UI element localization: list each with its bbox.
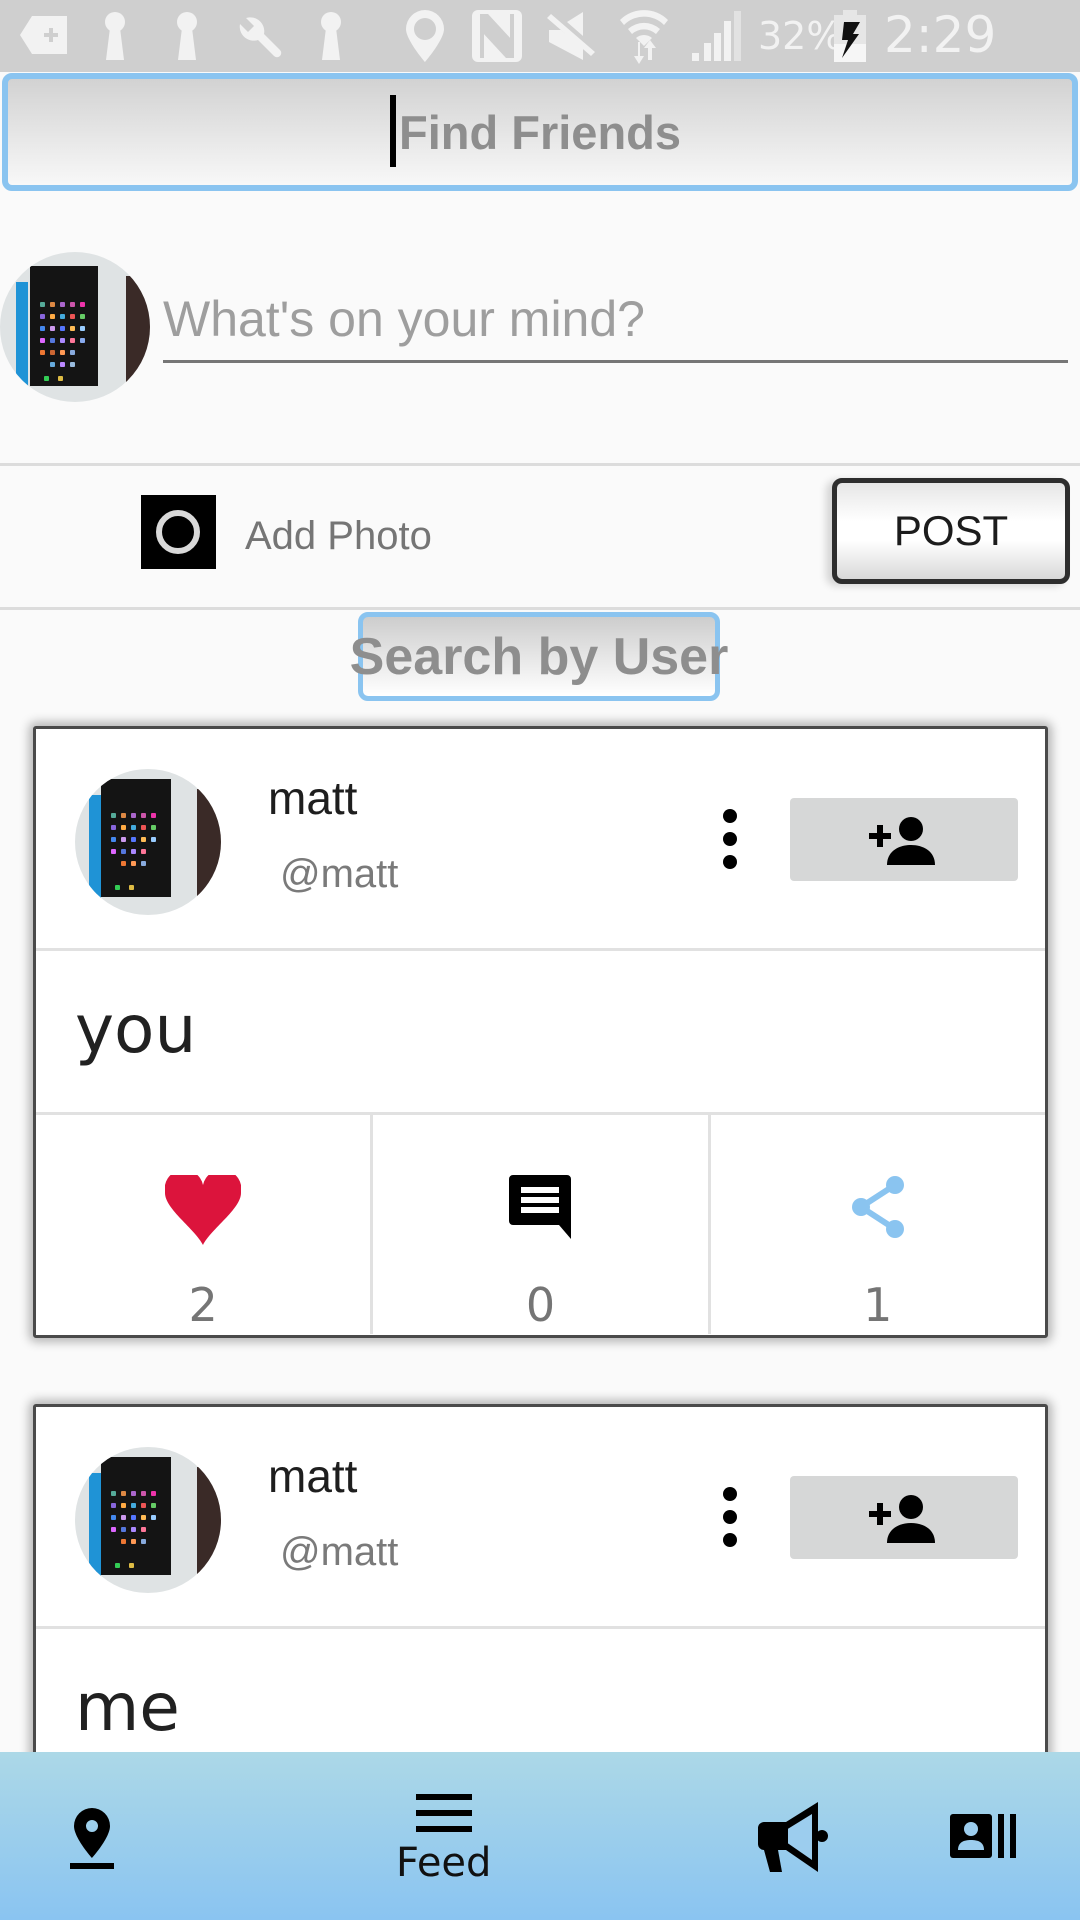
person-add-icon	[869, 1494, 935, 1543]
find-friends-field[interactable]: Find Friends	[2, 73, 1078, 191]
share-count: 1	[863, 1278, 893, 1332]
post-author-handle: @matt	[280, 852, 399, 896]
person-add-icon	[869, 816, 935, 865]
like-count: 2	[188, 1278, 218, 1332]
more-options-icon[interactable]	[716, 1487, 744, 1547]
megaphone-icon	[758, 1802, 828, 1872]
nav-announcements[interactable]	[756, 1802, 830, 1874]
post-author-avatar[interactable]	[75, 1447, 221, 1593]
keyhole-icon	[318, 10, 344, 62]
card-divider	[36, 1626, 1045, 1629]
post-text: you	[75, 991, 197, 1068]
composer-bottom-divider	[0, 607, 1080, 610]
comment-button[interactable]: 0	[370, 1115, 707, 1334]
bottom-navigation: Feed	[0, 1752, 1080, 1920]
nfc-icon	[472, 10, 522, 62]
comment-count: 0	[525, 1278, 556, 1332]
nav-map[interactable]	[70, 1808, 114, 1870]
my-avatar[interactable]	[0, 252, 150, 402]
status-bar: 32% 2:29 PM	[0, 0, 1080, 122]
keyhole-icon	[174, 10, 200, 62]
nav-feed[interactable]: Feed	[396, 1794, 491, 1886]
camera-icon[interactable]	[141, 495, 216, 569]
add-notification-icon	[20, 10, 68, 62]
location-icon	[406, 10, 444, 62]
post-card: matt @matt you 2 0 1	[33, 726, 1048, 1338]
find-friends-label: Find Friends	[399, 105, 681, 159]
more-options-icon[interactable]	[716, 809, 744, 869]
wifi-icon	[618, 10, 670, 64]
post-author-name[interactable]: matt	[268, 1449, 357, 1503]
battery-charging-icon	[834, 10, 866, 62]
nav-contacts[interactable]	[950, 1814, 1018, 1858]
composer-divider	[0, 463, 1080, 466]
comment-icon	[509, 1175, 572, 1244]
heart-icon	[164, 1169, 242, 1250]
post-button[interactable]: POST	[832, 478, 1070, 584]
post-author-handle: @matt	[280, 1530, 399, 1574]
post-actions: 2 0 1	[36, 1115, 1045, 1334]
post-text: me	[75, 1669, 180, 1746]
menu-icon	[415, 1794, 472, 1832]
search-by-user-button[interactable]: Search by User	[350, 612, 728, 701]
like-button[interactable]: 2	[36, 1115, 370, 1334]
place-icon	[70, 1808, 114, 1869]
contacts-icon	[950, 1814, 1016, 1858]
post-author-avatar[interactable]	[75, 769, 221, 915]
signal-icon	[692, 10, 742, 62]
post-author-name[interactable]: matt	[268, 771, 357, 825]
text-cursor	[390, 95, 396, 167]
search-by-user-label: Search by User	[349, 627, 729, 686]
add-friend-button[interactable]	[790, 798, 1018, 881]
share-button[interactable]: 1	[707, 1115, 1045, 1334]
share-icon	[849, 1175, 907, 1244]
mute-icon	[545, 10, 595, 62]
battery-percent: 32%	[758, 14, 843, 58]
wrench-icon	[236, 10, 284, 62]
add-friend-button[interactable]	[790, 1476, 1018, 1559]
card-divider	[36, 948, 1045, 951]
status-input[interactable]	[163, 285, 1068, 363]
nav-feed-label: Feed	[396, 1840, 492, 1886]
add-photo-link[interactable]: Add Photo	[245, 514, 432, 559]
keyhole-icon	[102, 10, 128, 62]
